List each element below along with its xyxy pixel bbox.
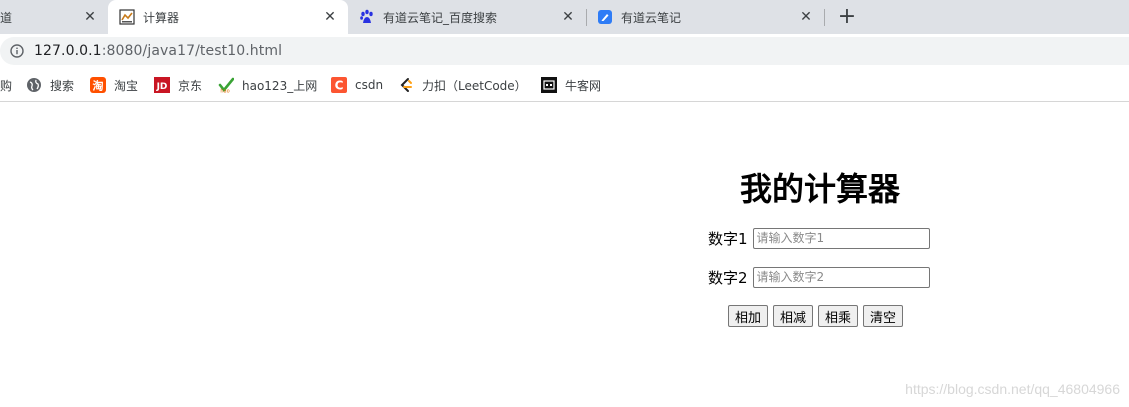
- hao123-icon: hao: [218, 77, 234, 93]
- subtract-button[interactable]: 相减: [773, 305, 814, 327]
- num2-label: 数字2: [708, 268, 748, 287]
- svg-text:hao: hao: [220, 89, 229, 94]
- bookmark-label: 购: [0, 78, 13, 93]
- new-tab-button[interactable]: +: [836, 6, 858, 28]
- num1-label: 数字1: [708, 229, 748, 248]
- tab-separator: [824, 9, 825, 26]
- leetcode-icon: [400, 78, 412, 92]
- tab-calculator[interactable]: 计算器 ✕: [108, 0, 348, 34]
- num2-input[interactable]: [752, 266, 930, 288]
- url-path: :8080/java17/test10.html: [101, 43, 283, 59]
- tab-strip: 道 ✕ 计算器 ✕ 有道云笔记_百度搜索 ✕ 有道云笔记 ✕ +: [0, 0, 1129, 34]
- close-icon[interactable]: ✕: [82, 9, 98, 25]
- svg-text:淘: 淘: [93, 79, 104, 93]
- url-host: 127.0.0.1: [34, 43, 102, 59]
- add-button[interactable]: 相加: [728, 305, 769, 327]
- num1-row: 数字1: [708, 227, 930, 249]
- bookmark-csdn[interactable]: C csdn: [331, 76, 383, 94]
- num1-input[interactable]: [752, 227, 930, 249]
- svg-text:JD: JD: [156, 82, 168, 92]
- bookmark-nowcoder[interactable]: 牛客网: [541, 76, 601, 94]
- tab-title: 有道云笔记: [621, 10, 682, 25]
- bookmark-search[interactable]: 搜索: [26, 76, 74, 94]
- address-bar[interactable]: 127.0.0.1:8080/java17/test10.html: [0, 37, 1129, 65]
- bookmark-label: 牛客网: [565, 78, 602, 93]
- close-icon[interactable]: ✕: [322, 9, 338, 25]
- tab-youdao-note[interactable]: 有道云笔记 ✕: [588, 0, 824, 34]
- tab-separator: [586, 9, 587, 26]
- bookmarks-bar: 购 搜索 淘 淘宝 JD 京东 hao hao123_上网 C csdn 力扣（…: [0, 68, 1129, 102]
- calc-buttons: 相加 相减 相乘 清空: [728, 305, 908, 327]
- bookmark-label: 淘宝: [114, 78, 139, 93]
- tab-baidu-search[interactable]: 有道云笔记_百度搜索 ✕: [350, 0, 586, 34]
- bookmark-leetcode[interactable]: 力扣（LeetCode）: [398, 76, 527, 94]
- browser-toolbar: 127.0.0.1:8080/java17/test10.html: [0, 34, 1129, 68]
- bookmark-hao123[interactable]: hao hao123_上网: [218, 76, 317, 94]
- youdao-note-icon: [598, 10, 612, 24]
- watermark: https://blog.csdn.net/qq_46804966: [905, 381, 1120, 397]
- bookmark-label: 搜索: [50, 78, 75, 93]
- bookmark-label: 力扣（LeetCode）: [422, 78, 527, 93]
- csdn-icon: C: [331, 77, 347, 93]
- tab-title: 计算器: [143, 10, 180, 25]
- svg-text:C: C: [335, 79, 344, 93]
- page-content: 我的计算器 数字1 数字2 相加 相减 相乘 清空 https://blog.c…: [0, 102, 1129, 407]
- tab-youdao-partial[interactable]: 道 ✕: [0, 0, 112, 34]
- url-text: 127.0.0.1:8080/java17/test10.html: [34, 43, 282, 59]
- clear-button[interactable]: 清空: [863, 305, 904, 327]
- jd-icon: JD: [154, 77, 170, 93]
- nowcoder-icon: [541, 77, 557, 93]
- bookmark-taobao[interactable]: 淘 淘宝: [90, 76, 138, 94]
- close-icon[interactable]: ✕: [560, 9, 576, 25]
- close-icon[interactable]: ✕: [798, 9, 814, 25]
- num2-row: 数字2: [708, 266, 930, 288]
- multiply-button[interactable]: 相乘: [818, 305, 859, 327]
- tab-title: 道: [0, 10, 13, 25]
- globe-icon: [27, 78, 41, 92]
- baidu-paw-icon: [360, 9, 373, 23]
- info-icon[interactable]: [10, 44, 24, 58]
- calculator-page-icon: [119, 9, 135, 25]
- page-title: 我的计算器: [739, 170, 900, 208]
- bookmark-label: csdn: [355, 78, 384, 92]
- bookmark-label: 京东: [178, 78, 203, 93]
- tab-title: 有道云笔记_百度搜索: [383, 10, 498, 25]
- bookmark-jd[interactable]: JD 京东: [154, 76, 202, 94]
- bookmark-label: hao123_上网: [242, 78, 318, 93]
- taobao-icon: 淘: [90, 77, 106, 93]
- bookmark-partial[interactable]: 购: [0, 76, 12, 94]
